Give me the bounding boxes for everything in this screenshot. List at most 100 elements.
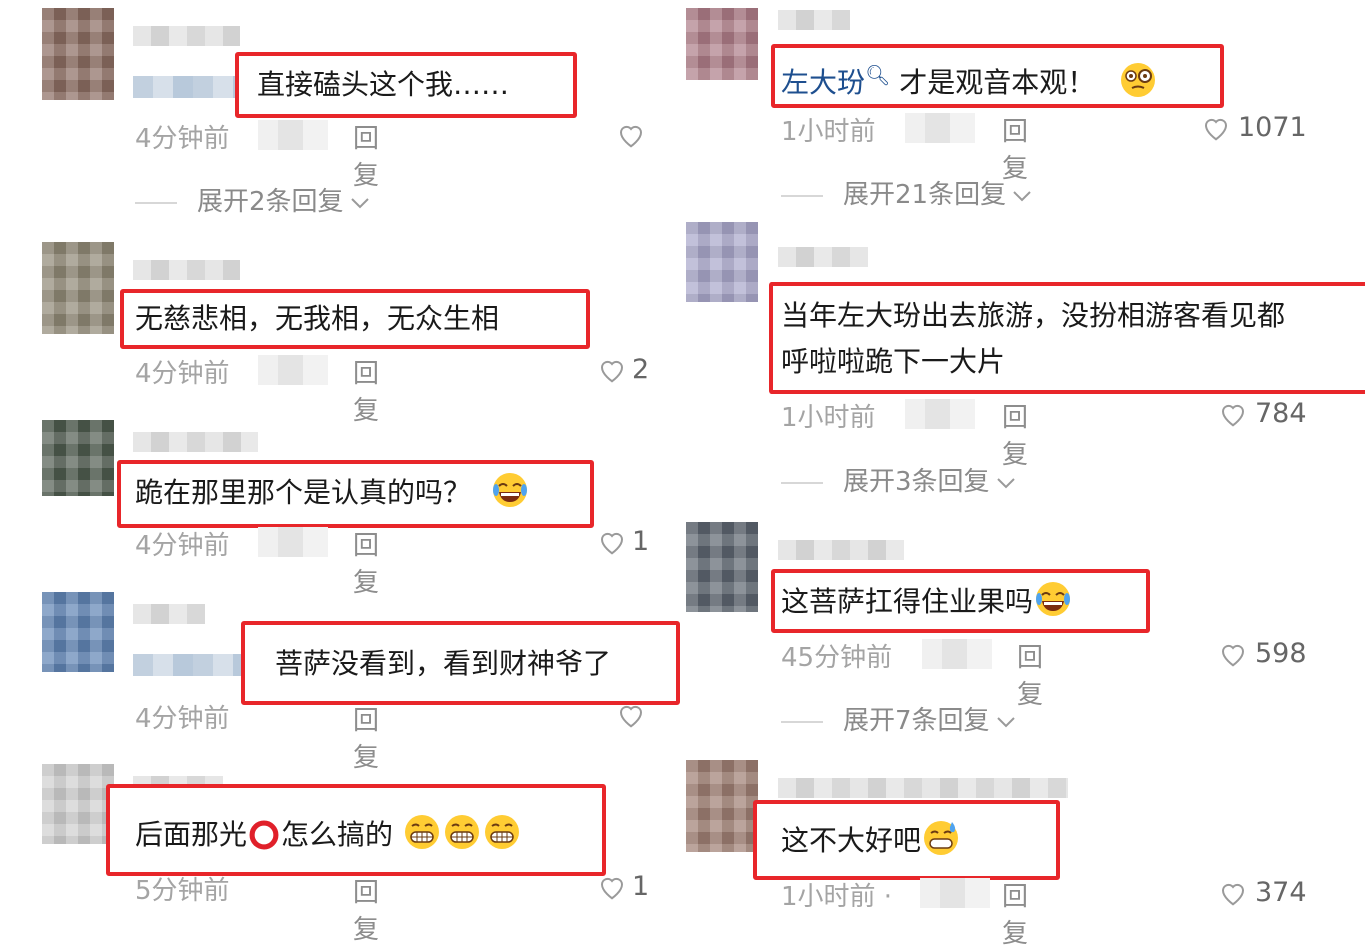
comment-time: 1小时前 · [781, 882, 893, 912]
username-badge [133, 654, 253, 676]
reply-button[interactable]: 回复 [353, 872, 379, 946]
comment-time: 4分钟前 [135, 359, 230, 389]
username[interactable] [133, 26, 240, 46]
expand-replies-label: 展开2条回复 [197, 187, 344, 217]
expand-replies[interactable]: 展开3条回复 [781, 461, 1018, 498]
avatar[interactable] [42, 242, 114, 334]
reply-button[interactable]: 回复 [353, 700, 379, 774]
comment-text-body: 后面那光 [135, 818, 248, 851]
avatar[interactable] [42, 420, 114, 496]
heart-icon[interactable] [1201, 113, 1231, 143]
heart-icon[interactable] [1218, 878, 1248, 908]
like-count: 374 [1255, 877, 1307, 908]
comment-time: 1小时前 [781, 403, 876, 433]
comment-text-body: 才是观音本观！ [890, 66, 1096, 99]
avatar[interactable] [42, 592, 114, 672]
reply-button[interactable]: 回复 [353, 353, 379, 427]
grin-emoji [404, 815, 439, 849]
expand-replies-label: 展开7条回复 [843, 706, 990, 736]
ip-location [258, 527, 328, 557]
magnifier-icon: 🔍︎ [865, 63, 891, 87]
comment-time: 4分钟前 [135, 531, 230, 561]
heart-icon[interactable] [597, 527, 627, 557]
reply-button[interactable]: 回复 [353, 525, 379, 599]
heart-icon[interactable] [1218, 399, 1248, 429]
mention-link[interactable]: 左大玢 [781, 66, 865, 99]
comment-text-body: 这不大好吧 [781, 824, 922, 857]
comment-text: 跪在那里那个是认真的吗？ [135, 470, 530, 515]
comment-text: 这菩萨扛得住业果吗 [781, 579, 1073, 624]
like-count: 1 [632, 526, 650, 557]
heart-icon[interactable] [616, 120, 646, 150]
heart-icon[interactable] [616, 700, 646, 730]
monocle-emoji [1121, 63, 1156, 97]
ip-location [258, 120, 328, 150]
comment-text: 后面那光 怎么搞的 [135, 812, 522, 857]
username[interactable] [778, 778, 1068, 798]
comment-text-line-1: 当年左大玢出去旅游，没扮相游客看见都 [781, 299, 1286, 332]
ip-location [258, 355, 328, 385]
heart-icon[interactable] [597, 872, 627, 902]
comment-text: 菩萨没看到，看到财神爷了 [275, 647, 612, 680]
divider [781, 194, 823, 197]
heart-icon[interactable] [597, 355, 627, 385]
comment-time: 45分钟前 [781, 643, 893, 673]
heart-icon[interactable] [1218, 639, 1248, 669]
expand-replies[interactable]: 展开7条回复 [781, 700, 1018, 737]
divider [781, 481, 823, 484]
comment-text: 无慈悲相，无我相，无众生相 [135, 302, 500, 335]
avatar[interactable] [42, 764, 114, 844]
comment-time: 4分钟前 [135, 124, 230, 154]
red-circle-emoji [249, 820, 279, 850]
ip-location [922, 639, 992, 669]
comment-time: 4分钟前 [135, 704, 230, 734]
reply-button[interactable]: 回复 [1002, 876, 1028, 950]
like-count: 2 [632, 354, 650, 385]
chevron-down-icon [996, 477, 1015, 488]
expand-replies-label: 展开3条回复 [843, 467, 990, 497]
comment-text: 左大玢🔍︎ 才是观音本观！ [781, 53, 1158, 105]
reply-button[interactable]: 回复 [1017, 637, 1043, 711]
avatar[interactable] [686, 8, 758, 80]
like-count: 1 [632, 871, 650, 902]
expand-replies[interactable]: 展开21条回复 [781, 174, 1034, 211]
comment-time: 5分钟前 [135, 876, 230, 906]
avatar[interactable] [42, 8, 114, 100]
chevron-down-icon [996, 716, 1015, 727]
comment-text: 这不大好吧 [781, 818, 961, 863]
comment-text-line-2: 呼啦啦跪下一大片 [781, 345, 1006, 378]
username[interactable] [133, 260, 240, 280]
laugh-cry-emoji [1036, 582, 1071, 616]
avatar[interactable] [686, 522, 758, 612]
divider [135, 201, 177, 204]
divider [781, 720, 823, 723]
comment-text-tail: 怎么搞的 [281, 818, 394, 851]
username[interactable] [133, 604, 205, 624]
reply-button[interactable]: 回复 [1002, 397, 1028, 471]
laugh-cry-emoji [492, 473, 527, 507]
comment-time: 1小时前 [781, 117, 876, 147]
avatar[interactable] [686, 760, 758, 852]
like-count: 598 [1255, 638, 1307, 669]
avatar[interactable] [686, 222, 758, 302]
grin-emoji [484, 815, 519, 849]
chevron-down-icon [350, 197, 369, 208]
comment-text-body: 这菩萨扛得住业果吗 [781, 585, 1034, 618]
sweat-grin-emoji [924, 821, 959, 855]
ip-location [920, 878, 990, 908]
comment-text-body: 跪在那里那个是认真的吗？ [135, 476, 472, 509]
expand-replies-label: 展开21条回复 [843, 180, 1007, 210]
username[interactable] [778, 540, 904, 560]
username[interactable] [133, 432, 258, 452]
username[interactable] [778, 247, 868, 267]
expand-replies[interactable]: 展开2条回复 [135, 181, 372, 218]
username-badge [133, 76, 241, 98]
grin-emoji [444, 815, 479, 849]
chevron-down-icon [1013, 190, 1031, 201]
ip-location [905, 399, 975, 429]
ip-location [905, 113, 975, 143]
username[interactable] [778, 10, 850, 30]
like-count: 1071 [1238, 112, 1307, 143]
comment-text: 直接磕头这个我…… [257, 68, 510, 101]
like-count: 784 [1255, 398, 1307, 429]
